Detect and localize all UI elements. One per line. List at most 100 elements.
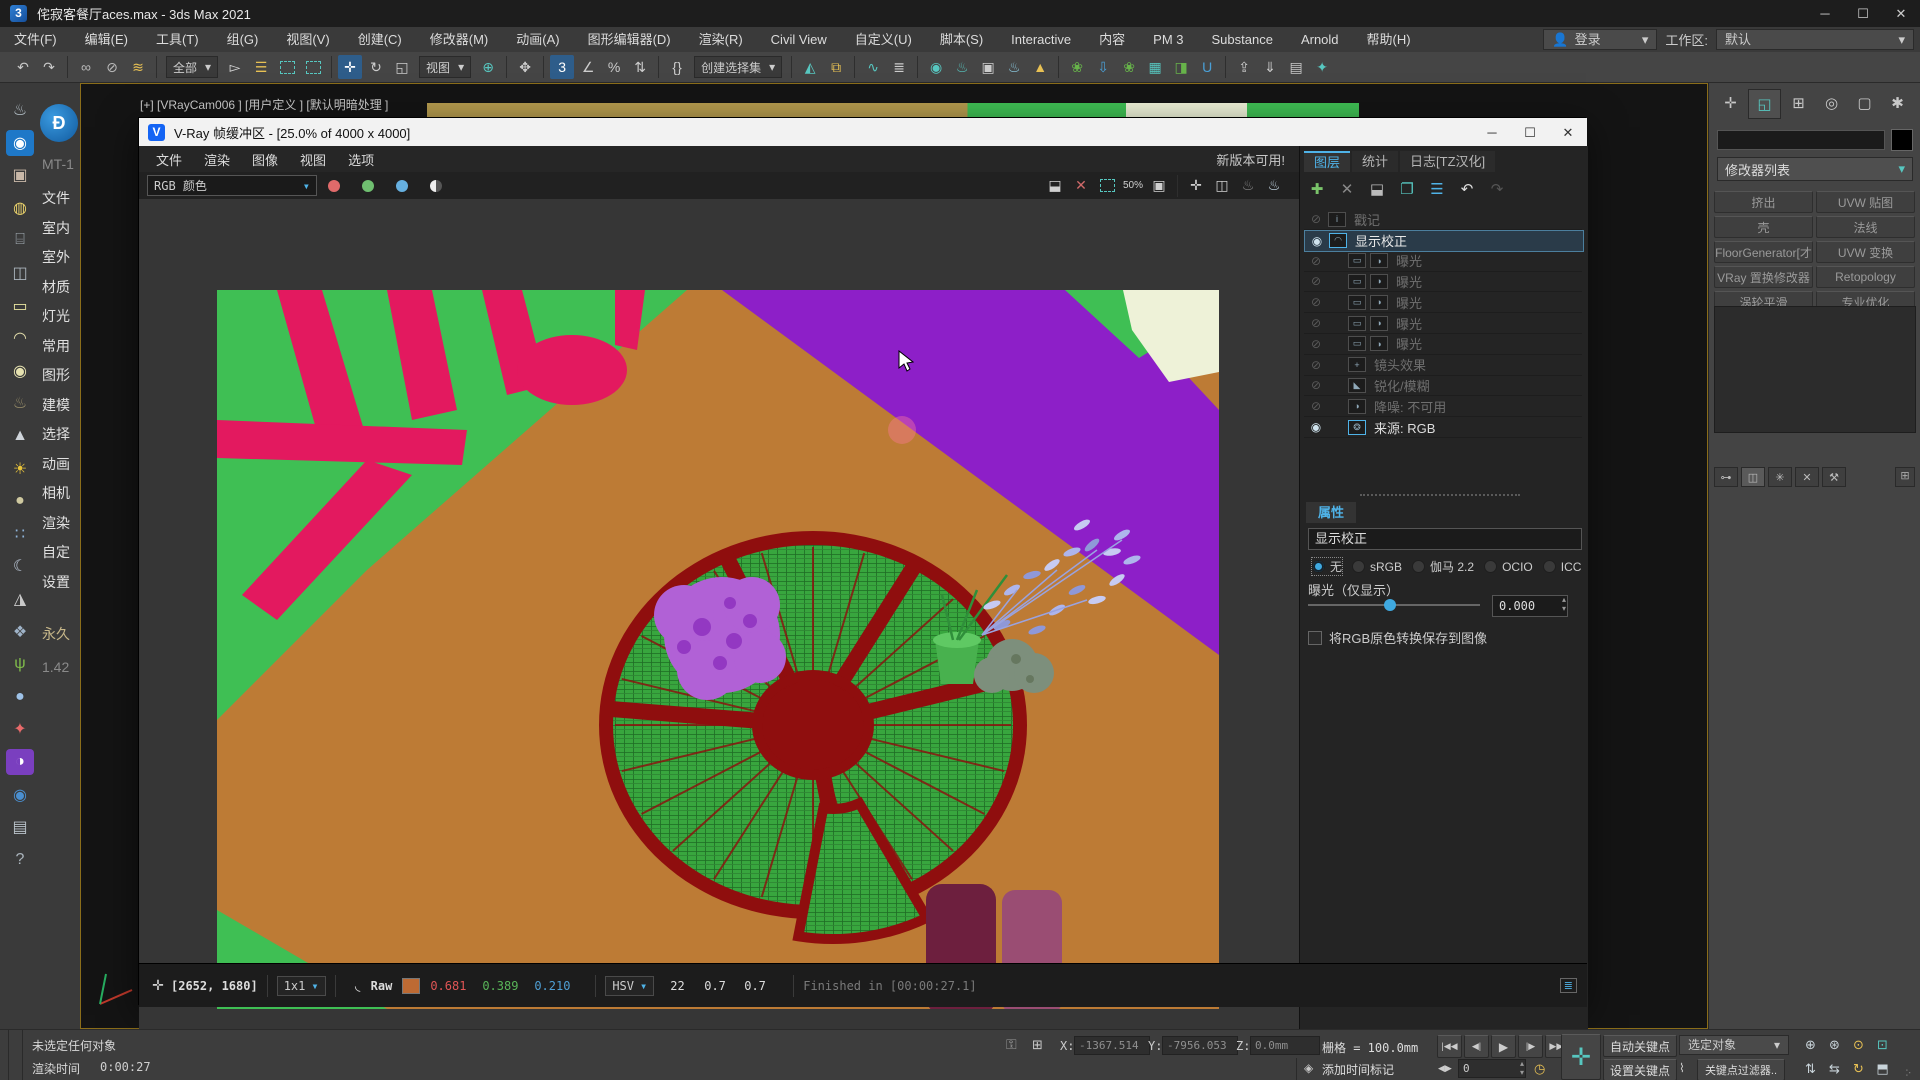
vfb-canvas[interactable] — [139, 199, 1299, 1080]
render-setup-icon[interactable]: ♨ — [950, 55, 974, 79]
tab-hierarchy[interactable]: ⊞ — [1783, 89, 1814, 117]
y-coordinate-field[interactable]: -7956.053 — [1162, 1036, 1238, 1055]
menu-item-10[interactable]: Civil View — [757, 27, 841, 52]
unlink-selection-icon[interactable]: ⊘ — [100, 55, 124, 79]
sign-in-control[interactable]: 👤 登录 ▾ — [1543, 29, 1657, 50]
menu-item-7[interactable]: 动画(A) — [502, 27, 573, 52]
align-icon[interactable]: ⧉ — [824, 55, 848, 79]
remove-modifier-icon[interactable]: ✕ — [1795, 467, 1819, 487]
slider-handle[interactable] — [1384, 599, 1396, 611]
orbit-icon[interactable]: ↻ — [1848, 1058, 1869, 1079]
vfb-close-button[interactable]: ✕ — [1549, 119, 1587, 146]
menu-item-9[interactable]: 渲染(R) — [685, 27, 757, 52]
pixel-probe-icon[interactable]: ✛ — [145, 975, 171, 997]
previous-next-frame-icon[interactable]: ◀▶ — [1438, 1063, 1452, 1074]
sidebar-item-13[interactable]: 自定 — [42, 542, 80, 562]
render-production-icon[interactable]: ♨ — [1002, 55, 1026, 79]
script-tools-icon[interactable]: ▤ — [1284, 55, 1308, 79]
blue-channel-toggle[interactable] — [396, 180, 408, 192]
visibility-off-icon[interactable]: ⊘ — [1304, 358, 1328, 372]
named-sets-dropdown[interactable]: 创建选择集▾ — [694, 56, 782, 78]
modifier-button[interactable]: 法线 — [1816, 216, 1915, 238]
modifier-button[interactable]: Retopology — [1816, 266, 1915, 288]
render-teapot-icon[interactable]: ♨ — [1261, 175, 1287, 197]
tab-utilities[interactable]: ✱ — [1882, 89, 1913, 117]
minimize-button[interactable]: ─ — [1806, 0, 1844, 27]
menu-item-15[interactable]: PM 3 — [1139, 27, 1197, 52]
clear-image-icon[interactable]: ✕ — [1068, 175, 1094, 197]
x-coordinate-field[interactable]: -1367.514 — [1074, 1036, 1150, 1055]
rectangular-selection-icon[interactable] — [275, 55, 299, 79]
fov-icon[interactable]: ⇅ — [1800, 1058, 1821, 1079]
time-configuration-icon[interactable]: ◷ — [1534, 1061, 1545, 1077]
alpha-channel-toggle[interactable] — [430, 180, 442, 192]
hsv-dropdown[interactable]: HSV▾ — [605, 976, 654, 996]
vfb-menu-4[interactable]: 选项 — [337, 150, 385, 169]
vfb-menu-0[interactable]: 文件 — [145, 150, 193, 169]
bind-to-space-warp-icon[interactable]: ≋ — [126, 55, 150, 79]
previous-frame-button[interactable]: ◀| — [1464, 1035, 1489, 1058]
menu-item-13[interactable]: Interactive — [997, 27, 1085, 52]
undo-layer-icon[interactable]: ↶ — [1452, 177, 1482, 201]
layer-row[interactable]: ◉◠显示校正 — [1304, 230, 1584, 252]
visibility-off-icon[interactable]: ⊘ — [1304, 378, 1328, 392]
plugin-forest-icon[interactable]: ❀ — [1065, 55, 1089, 79]
sidebar-item-14[interactable]: 设置 — [42, 572, 80, 592]
exposure-value-field[interactable]: 0.000 — [1492, 595, 1568, 617]
viewport-label[interactable]: [+] [VRayCam006 ] [用户定义 ] [默认明暗处理 ] — [140, 96, 388, 113]
wicker-teapot-icon[interactable]: ♨ — [6, 390, 34, 416]
configure-modifier-sets-icon[interactable]: ⚒ — [1822, 467, 1846, 487]
visibility-on-icon[interactable]: ◉ — [1304, 420, 1328, 434]
selection-set-dropdown[interactable]: 选定对象 ▾ — [1679, 1035, 1789, 1055]
add-time-tag[interactable]: 添加时间标记 — [1322, 1061, 1394, 1078]
edit-named-sets-icon[interactable]: {} — [665, 55, 689, 79]
sidebar-item-12[interactable]: 渲染 — [42, 513, 80, 533]
vfb-menu-3[interactable]: 视图 — [289, 150, 337, 169]
percent-snap-icon[interactable]: % — [602, 55, 626, 79]
radio-无[interactable]: 无 — [1312, 558, 1342, 575]
load-layers-icon[interactable]: ❐ — [1392, 177, 1422, 201]
key-filters-button[interactable]: 关键点过滤器.. — [1697, 1059, 1785, 1080]
menu-item-8[interactable]: 图形编辑器(D) — [574, 27, 685, 52]
proxy-export-icon[interactable]: ⇪ — [1232, 55, 1256, 79]
material-editor-icon[interactable]: ◉ — [924, 55, 948, 79]
select-and-rotate-icon[interactable]: ↻ — [364, 55, 388, 79]
menu-item-16[interactable]: Substance — [1198, 27, 1287, 52]
add-layer-icon[interactable]: ✚ — [1302, 177, 1332, 201]
vfb-title-bar[interactable]: V V-Ray 帧缓冲区 - [25.0% of 4000 x 4000] ─ … — [139, 118, 1587, 146]
arnold-icon[interactable]: ▲ — [1028, 55, 1052, 79]
layer-row[interactable]: ⊘▭◑曝光 — [1304, 251, 1582, 272]
sidebar-item-9[interactable]: 选择 — [42, 424, 80, 444]
delete-layer-icon[interactable]: ✕ — [1332, 177, 1362, 201]
menu-item-0[interactable]: 文件(F) — [0, 27, 71, 52]
pan-icon[interactable]: ⇆ — [1824, 1058, 1845, 1079]
redo-layer-icon[interactable]: ↷ — [1482, 177, 1512, 201]
redo-icon[interactable]: ↷ — [37, 55, 61, 79]
modifier-button[interactable]: FloorGenerator[才 — [1714, 241, 1813, 263]
lamp-icon[interactable]: ◍ — [6, 195, 34, 221]
angle-snap-icon[interactable]: ∠ — [576, 55, 600, 79]
projector-icon[interactable]: ⌸ — [6, 227, 34, 253]
dots-grid-icon[interactable]: ∷ — [6, 521, 34, 547]
layer-row[interactable]: ⊘◑降噪: 不可用 — [1304, 396, 1582, 417]
light-panel-icon[interactable]: ▭ — [6, 293, 34, 319]
vfb-menu-2[interactable]: 图像 — [241, 150, 289, 169]
moon-icon[interactable]: ☾ — [6, 553, 34, 579]
sidebar-item-11[interactable]: 相机 — [42, 483, 80, 503]
selection-lock-icon[interactable]: ⚿ — [1006, 1036, 1017, 1053]
plugin-qr-icon[interactable]: ▦ — [1143, 55, 1167, 79]
zoom-region-icon[interactable]: ⊡ — [1872, 1034, 1893, 1055]
sidebar-item-7[interactable]: 图形 — [42, 365, 80, 385]
sphere-light-icon[interactable]: ◉ — [6, 358, 34, 384]
menu-item-2[interactable]: 工具(T) — [142, 27, 213, 52]
frame-stamp-icon[interactable]: ▣ — [1146, 175, 1172, 197]
render-last-icon[interactable]: ♨ — [1235, 175, 1261, 197]
zoom-icon[interactable]: ⊕ — [1800, 1034, 1821, 1055]
spinner-snap-icon[interactable]: ⇅ — [628, 55, 652, 79]
object-name-field[interactable] — [1717, 130, 1885, 150]
modifier-button[interactable]: VRay 置换修改器 — [1714, 266, 1813, 288]
next-frame-button[interactable]: |▶ — [1518, 1035, 1543, 1058]
tab-create[interactable]: ✛ — [1715, 89, 1746, 117]
app-active-icon[interactable]: ◉ — [6, 130, 34, 156]
zoom-badge-icon[interactable]: 50% — [1120, 175, 1146, 197]
